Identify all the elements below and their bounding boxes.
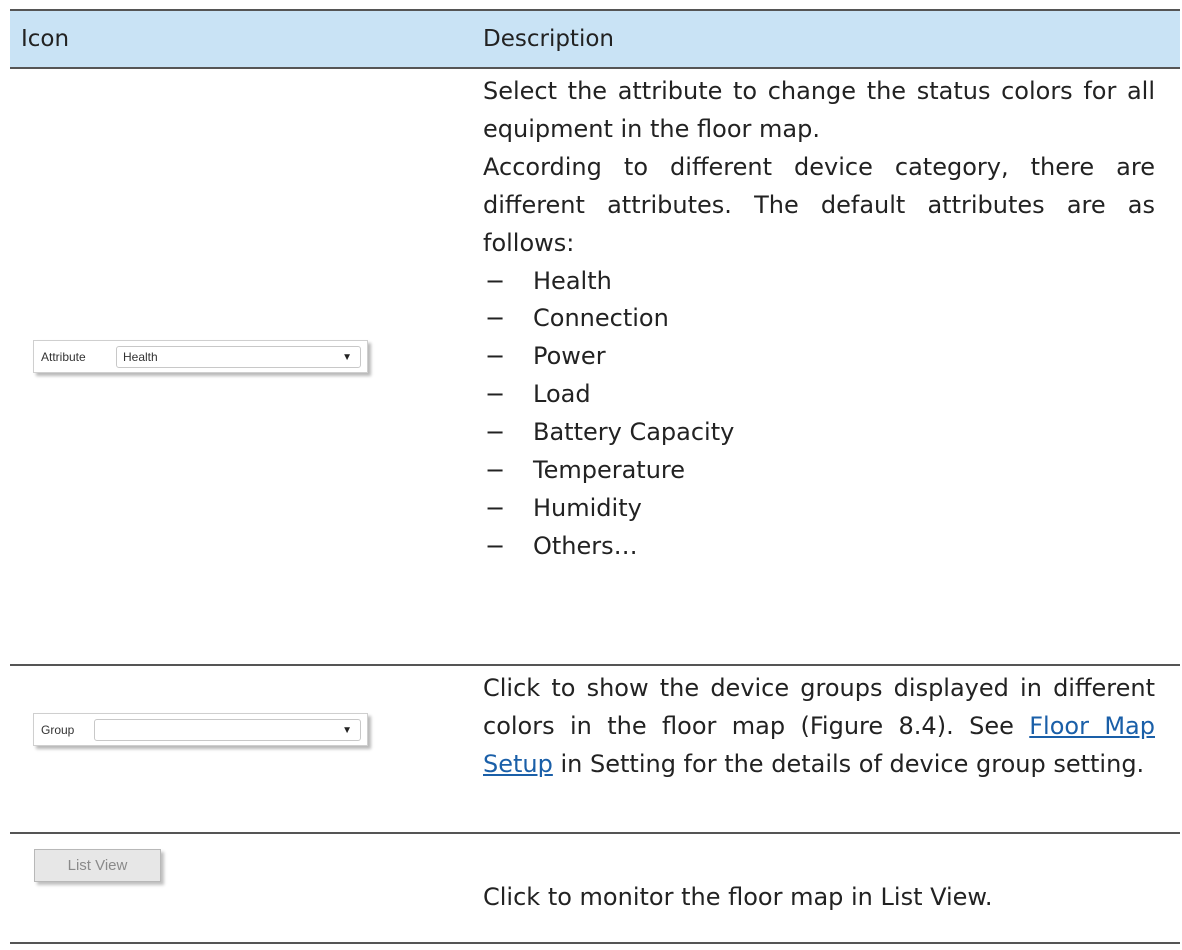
attribute-label: Attribute [41,350,86,364]
dash-bullet: − [485,531,506,560]
list-item: − Others… [483,528,1155,566]
attribute-description-1: Select the attribute to change the statu… [483,77,1155,143]
dash-bullet: − [485,342,506,371]
description-cell-attribute: Select the attribute to change the statu… [483,73,1155,566]
attribute-select-value: Health [123,350,158,364]
dash-bullet: − [485,304,506,333]
list-item: − Load [483,376,1155,414]
dash-bullet: − [485,418,506,447]
chevron-down-icon: ▼ [342,352,352,363]
list-item: − Connection [483,300,1155,338]
attribute-table: Icon Description Attribute Health ▼ Sele… [10,9,1180,944]
description-cell-list-view: Click to monitor the floor map in List V… [483,879,1155,917]
list-item: − Humidity [483,490,1155,528]
description-cell-group: Click to show the device groups displaye… [483,670,1155,784]
icon-cell-group: Group ▼ [10,666,475,831]
group-label: Group [41,723,75,737]
dash-bullet: − [485,380,506,409]
group-select-widget[interactable]: Group ▼ [33,713,368,746]
dash-bullet: − [485,266,506,295]
attribute-list: − Health − Connection − Power − Load − Batter… [483,263,1155,566]
list-item: − Battery Capacity [483,414,1155,452]
list-view-description: Click to monitor the floor map in List V… [483,883,993,911]
list-view-button[interactable]: List View [34,849,161,882]
group-description: Click to show the device groups displaye… [483,674,1155,778]
table-header: Icon Description [10,11,1180,67]
dash-bullet: − [485,493,506,522]
header-description: Description [483,26,614,52]
list-item: − Health [483,263,1155,301]
group-select[interactable]: ▼ [94,719,361,741]
list-item: − Power [483,338,1155,376]
header-icon: Icon [21,26,70,52]
icon-cell-attribute: Attribute Health ▼ [10,69,475,664]
attribute-select[interactable]: Health ▼ [116,346,361,368]
list-item: − Temperature [483,452,1155,490]
icon-cell-list-view: List View [10,834,475,942]
chevron-down-icon: ▼ [342,725,352,736]
dash-bullet: − [485,455,506,484]
attribute-select-widget[interactable]: Attribute Health ▼ [33,340,368,373]
attribute-description-2: According to different device category, … [483,152,1155,257]
